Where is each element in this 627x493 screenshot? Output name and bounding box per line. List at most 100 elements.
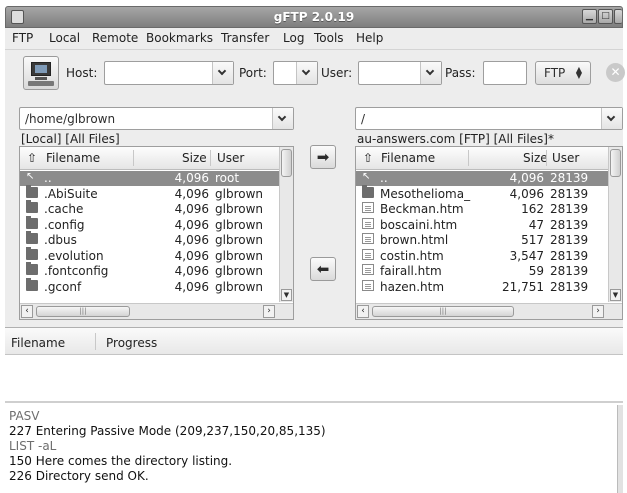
file-name: brown.html [380,233,449,247]
remote-file-row[interactable]: ↖.. 4,096 28139 [356,171,610,186]
file-size: 4,096 [174,171,209,185]
file-size: 4,096 [174,233,209,247]
toolbar: Host: Port: User: Pass: FTP ▲ ▼ ✕ [5,49,625,95]
minimize-button[interactable]: ▁ [582,9,597,24]
stop-button[interactable]: ✕ [606,63,625,82]
file-icon [362,217,374,229]
menu-transfer[interactable]: Transfer [221,31,269,45]
file-size: 4,096 [174,248,209,263]
chevron-down-icon [217,66,227,76]
local-file-row[interactable]: .AbiSuite 4,096 glbrown [20,184,279,202]
remote-horizontal-scrollbar[interactable]: ‹ ||| › [356,303,622,319]
log-scrollbar[interactable] [617,405,623,493]
download-button[interactable]: ⬅ [310,257,336,281]
transfer-col-filename[interactable]: Filename [11,336,65,350]
local-file-row[interactable]: ↖.. 4,096 root [20,171,279,186]
local-hscroll-thumb[interactable]: ||| [36,306,130,317]
file-name: .gconf [44,279,82,294]
local-path-input[interactable]: /home/glbrown [25,112,115,126]
protocol-select[interactable]: FTP ▲ ▼ [535,61,591,85]
local-file-row[interactable]: .cache 4,096 glbrown [20,200,279,217]
folder-icon [26,262,38,275]
remote-path-input[interactable]: / [361,112,365,126]
updown-arrows-icon: ▲ ▼ [575,65,582,80]
local-file-row[interactable]: .dbus 4,096 glbrown [20,231,279,248]
local-vertical-scrollbar[interactable]: ▼ [279,147,293,302]
local-file-list[interactable]: ⇧ Filename Size User ↖.. 4,096 root .AbiSui… [19,146,294,320]
file-user: glbrown [215,248,263,263]
remote-path-dropdown[interactable] [601,108,622,129]
chevron-down-icon [425,66,435,76]
local-file-row[interactable]: .evolution 4,096 glbrown [20,246,279,264]
user-combo[interactable] [358,61,442,85]
remote-file-row[interactable]: brown.html 517 28139 [356,233,610,248]
file-name: fairall.htm [380,264,442,278]
menu-help[interactable]: Help [356,31,383,45]
port-combo[interactable] [273,61,318,85]
remote-col-filename[interactable]: Filename [381,151,435,165]
scroll-right-icon[interactable]: › [592,305,604,318]
remote-col-size[interactable]: Size [523,151,548,165]
remote-vscroll-thumb[interactable] [610,149,621,177]
local-col-size[interactable]: Size [182,151,207,165]
remote-file-row[interactable]: hazen.htm 21,751 28139 [356,279,610,295]
transfer-col-progress[interactable]: Progress [106,336,157,350]
remote-file-list[interactable]: ⇧ Filename Size User ↖.. 4,096 28139 Mesoth… [355,146,623,320]
maximize-button[interactable]: □ [598,9,613,24]
scroll-left-icon[interactable]: ‹ [21,305,33,318]
scroll-down-icon[interactable]: ▼ [610,289,621,301]
remote-file-row[interactable]: fairall.htm 59 28139 [356,264,610,279]
scroll-left-icon[interactable]: ‹ [357,305,369,318]
remote-vertical-scrollbar[interactable]: ▼ [608,147,622,302]
file-size: 4,096 [174,217,209,232]
close-button[interactable] [614,9,622,24]
local-file-row[interactable]: .gconf 4,096 glbrown [20,277,279,295]
arrow-left-icon: ⬅ [316,260,330,278]
menu-tools[interactable]: Tools [314,31,344,45]
file-size: 21,751 [502,279,544,294]
transfer-list[interactable]: Filename Progress [5,327,623,401]
up-arrow-icon: ⇧ [27,151,38,165]
user-dropdown-button[interactable] [420,62,441,84]
scroll-down-icon[interactable]: ▼ [281,289,292,301]
local-col-user[interactable]: User [217,151,244,165]
folder-icon [26,231,38,244]
local-file-row[interactable]: .config 4,096 glbrown [20,215,279,233]
protocol-value: FTP [544,66,566,80]
chevron-down-icon [301,66,311,76]
title-bar[interactable]: gFTP 2.0.19 ▁ □ [5,6,623,28]
menu-remote[interactable]: Remote [92,31,138,45]
folder-icon [26,277,38,291]
menu-ftp[interactable]: FTP [12,31,33,45]
remote-file-row[interactable]: boscaini.htm 47 28139 [356,217,610,233]
upload-button[interactable]: ➡ [310,145,336,169]
file-size: 4,096 [174,264,209,278]
file-size: 162 [521,202,544,216]
connect-button[interactable] [23,56,59,90]
local-file-row[interactable]: .fontconfig 4,096 glbrown [20,262,279,279]
menu-log[interactable]: Log [283,31,304,45]
local-horizontal-scrollbar[interactable]: ‹ ||| › [20,303,293,319]
file-user: 28139 [550,186,589,201]
local-col-filename[interactable]: Filename [46,151,100,165]
local-path-dropdown[interactable] [272,108,293,129]
remote-col-user[interactable]: User [552,151,579,165]
host-dropdown-button[interactable] [212,62,233,84]
remote-file-row[interactable]: costin.htm 3,547 28139 [356,248,610,264]
remote-file-row[interactable]: Beckman.htm 162 28139 [356,202,610,217]
menu-local[interactable]: Local [49,31,80,45]
host-combo[interactable] [104,61,234,85]
local-vscroll-thumb[interactable] [281,149,292,177]
log-view[interactable]: PASV 227 Entering Passive Mode (209,237,1… [5,401,623,493]
remote-file-row[interactable]: Mesothelioma_ 4,096 28139 [356,184,610,202]
port-dropdown-button[interactable] [296,62,317,84]
file-user: glbrown [215,264,263,278]
file-user: 28139 [550,248,589,263]
menu-bookmarks[interactable]: Bookmarks [146,31,213,45]
password-field[interactable] [483,61,527,85]
file-icon [362,233,374,244]
remote-path-combo[interactable]: / [355,107,623,130]
local-path-combo[interactable]: /home/glbrown [19,107,294,130]
remote-hscroll-thumb[interactable]: ||| [372,306,514,317]
scroll-right-icon[interactable]: › [263,305,275,318]
